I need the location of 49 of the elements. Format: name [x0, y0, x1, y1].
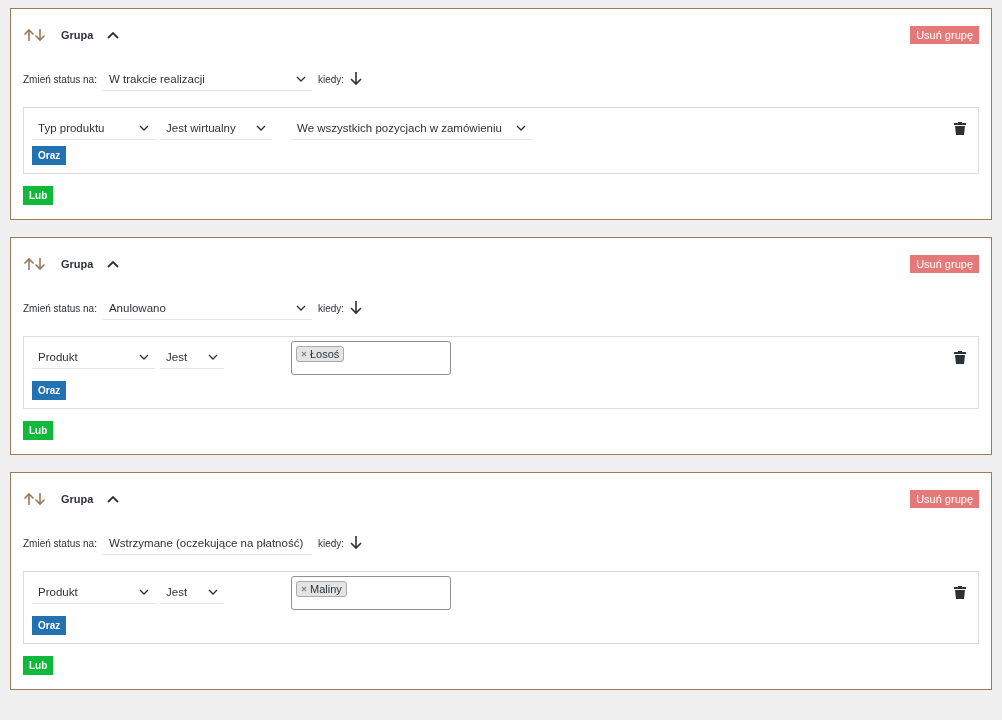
remove-icon[interactable]	[301, 586, 307, 592]
sort-arrows-icon[interactable]	[23, 257, 47, 271]
chevron-down-icon	[295, 304, 306, 311]
status-label: Zmień status na:	[23, 73, 97, 85]
status-label: Zmień status na:	[23, 537, 97, 549]
when-label: kiedy:	[317, 302, 345, 314]
trash-icon[interactable]	[954, 351, 966, 364]
status-select[interactable]: Anulowano	[102, 296, 312, 320]
chevron-down-icon	[139, 353, 149, 360]
trash-icon[interactable]	[954, 122, 966, 135]
and-button[interactable]: Oraz	[32, 616, 67, 635]
group-title: Grupa	[61, 29, 94, 41]
chevron-down-icon	[208, 353, 218, 360]
chevron-up-icon[interactable]	[107, 495, 120, 503]
group-title: Grupa	[61, 493, 94, 505]
status-label: Zmień status na:	[23, 302, 97, 314]
when-label: kiedy:	[317, 537, 345, 549]
tag-label: Łosoś	[310, 348, 340, 360]
tag-input-field[interactable]: Łosoś	[291, 341, 451, 375]
tag-label: Maliny	[310, 583, 342, 595]
tag-input-field[interactable]: Maliny	[291, 576, 451, 610]
select-field[interactable]: Jest	[160, 580, 224, 604]
trash-icon[interactable]	[954, 586, 966, 599]
arrow-down-icon	[350, 536, 363, 550]
sort-arrows-icon[interactable]	[23, 28, 47, 42]
chevron-down-icon	[516, 124, 526, 131]
chevron-up-icon[interactable]	[107, 31, 120, 39]
select-field[interactable]: Produkt	[32, 580, 155, 604]
and-button[interactable]: Oraz	[32, 146, 67, 165]
select-field[interactable]: We wszystkich pozycjach w zamówieniu	[291, 116, 532, 140]
arrow-down-icon	[350, 72, 363, 86]
chevron-down-icon	[295, 75, 306, 82]
chevron-up-icon[interactable]	[107, 260, 120, 268]
select-field[interactable]: Produkt	[32, 345, 155, 369]
remove-icon[interactable]	[301, 351, 307, 357]
when-label: kiedy:	[317, 73, 345, 85]
select-field[interactable]: Jest wirtualny	[160, 116, 272, 140]
status-select[interactable]: Wstrzymane (oczekujące na płatność)	[102, 531, 312, 555]
sort-arrows-icon[interactable]	[23, 492, 47, 506]
chevron-down-icon	[139, 588, 149, 595]
status-select[interactable]: W trakcie realizacji	[102, 67, 312, 91]
select-field[interactable]: Typ produktu	[32, 116, 155, 140]
group-title: Grupa	[61, 258, 94, 270]
select-field[interactable]: Jest	[160, 345, 224, 369]
chevron-down-icon	[256, 124, 266, 131]
arrow-down-icon	[350, 301, 363, 315]
chevron-down-icon	[208, 588, 218, 595]
and-button[interactable]: Oraz	[32, 381, 67, 400]
chevron-down-icon	[139, 124, 149, 131]
